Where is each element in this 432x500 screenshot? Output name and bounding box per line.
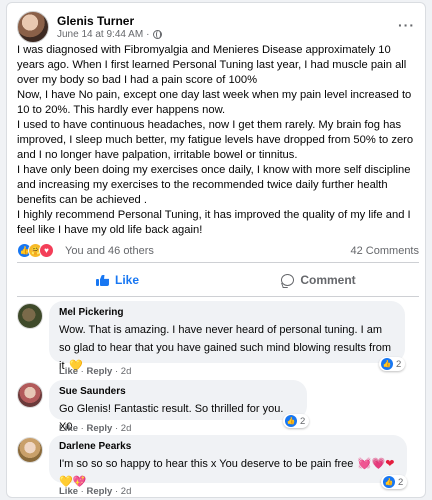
globe-icon — [152, 30, 162, 39]
comment-bubble: Sue Saunders Go Glenis! Fantastic result… — [49, 380, 307, 433]
comment-reply-link[interactable]: Reply — [86, 486, 112, 497]
comment-button[interactable]: Comment — [218, 265, 419, 295]
love-icon: ♥ — [39, 243, 54, 258]
comment-like-link[interactable]: Like — [59, 486, 78, 497]
comment-age[interactable]: 2d — [121, 486, 132, 497]
comment-reactions[interactable]: 👍 2 — [381, 475, 408, 489]
comment-like-link[interactable]: Like — [59, 366, 78, 377]
divider — [17, 296, 419, 297]
commenter-avatar[interactable] — [17, 303, 43, 329]
commenter-avatar[interactable] — [17, 382, 43, 408]
more-options-icon[interactable]: ··· — [398, 17, 415, 33]
like-icon: 👍 — [381, 358, 393, 370]
post-paragraph: I was diagnosed with Fibromyalgia and Me… — [17, 44, 407, 86]
post-meta: June 14 at 9:44 AM · — [57, 29, 162, 40]
comment-like-link[interactable]: Like — [59, 423, 78, 434]
like-icon: 👍 — [383, 476, 395, 488]
reactors-summary[interactable]: You and 46 others — [65, 245, 154, 257]
comment-bubble: Mel Pickering Wow. That is amazing. I ha… — [49, 301, 405, 372]
post-card: Glenis Turner June 14 at 9:44 AM · ··· I… — [6, 2, 426, 498]
comment-text: Wow. That is amazing. I have never heard… — [59, 324, 392, 372]
post-paragraph: I used to have continuous headaches, now… — [17, 119, 414, 161]
comment-age[interactable]: 2d — [121, 366, 132, 377]
thumbs-up-icon — [95, 274, 109, 286]
comment-reactions[interactable]: 👍 2 — [379, 357, 406, 371]
author-avatar[interactable] — [17, 11, 49, 43]
comment-reply-link[interactable]: Reply — [86, 423, 112, 434]
comment-text: I'm so so so happy to hear this x You de… — [59, 458, 354, 470]
like-icon: 👍 — [285, 415, 297, 427]
post-body: I was diagnosed with Fibromyalgia and Me… — [17, 43, 419, 238]
comment-actions: Like · Reply · 2d — [59, 423, 132, 434]
reaction-count: 2 — [300, 415, 306, 427]
comment-bubble: Darlene Pearks I'm so so so happy to hea… — [49, 435, 407, 488]
comment-age[interactable]: 2d — [121, 423, 132, 434]
post-paragraph: Now, I have No pain, except one day last… — [17, 89, 412, 116]
reactions-bar: 👍 🤗 ♥ You and 46 others 42 Comments — [17, 243, 419, 259]
reaction-count: 2 — [398, 476, 404, 488]
post-paragraph: I highly recommend Personal Tuning, it h… — [17, 209, 411, 236]
commenter-avatar[interactable] — [17, 437, 43, 463]
comment-reply-link[interactable]: Reply — [86, 366, 112, 377]
comment: Sue Saunders Go Glenis! Fantastic result… — [17, 380, 419, 435]
commenter-name[interactable]: Darlene Pearks — [59, 441, 397, 452]
comment-actions: Like · Reply · 2d — [59, 486, 132, 497]
reaction-count: 2 — [396, 358, 402, 370]
comment-icon — [281, 274, 295, 286]
author-name[interactable]: Glenis Turner — [57, 14, 134, 28]
comments-count[interactable]: 42 Comments — [351, 245, 419, 257]
comment-reactions[interactable]: 👍 2 — [283, 414, 310, 428]
comment-actions: Like · Reply · 2d — [59, 366, 132, 377]
post-paragraph: I have only been doing my exercises once… — [17, 164, 411, 206]
comment-emoji: 💓💗❤ — [357, 458, 395, 470]
comment: Mel Pickering Wow. That is amazing. I ha… — [17, 301, 419, 377]
post-header: Glenis Turner June 14 at 9:44 AM · ··· — [17, 11, 417, 45]
post-timestamp[interactable]: June 14 at 9:44 AM — [57, 29, 143, 40]
reaction-icons[interactable]: 👍 🤗 ♥ — [17, 243, 54, 258]
comment: Darlene Pearks I'm so so so happy to hea… — [17, 435, 419, 497]
comment-label: Comment — [300, 273, 356, 287]
like-label: Like — [114, 273, 139, 287]
commenter-name[interactable]: Mel Pickering — [59, 307, 395, 318]
divider — [17, 262, 419, 263]
commenter-name[interactable]: Sue Saunders — [59, 386, 297, 397]
post-actions: Like Comment — [17, 265, 419, 295]
like-button[interactable]: Like — [17, 265, 218, 295]
